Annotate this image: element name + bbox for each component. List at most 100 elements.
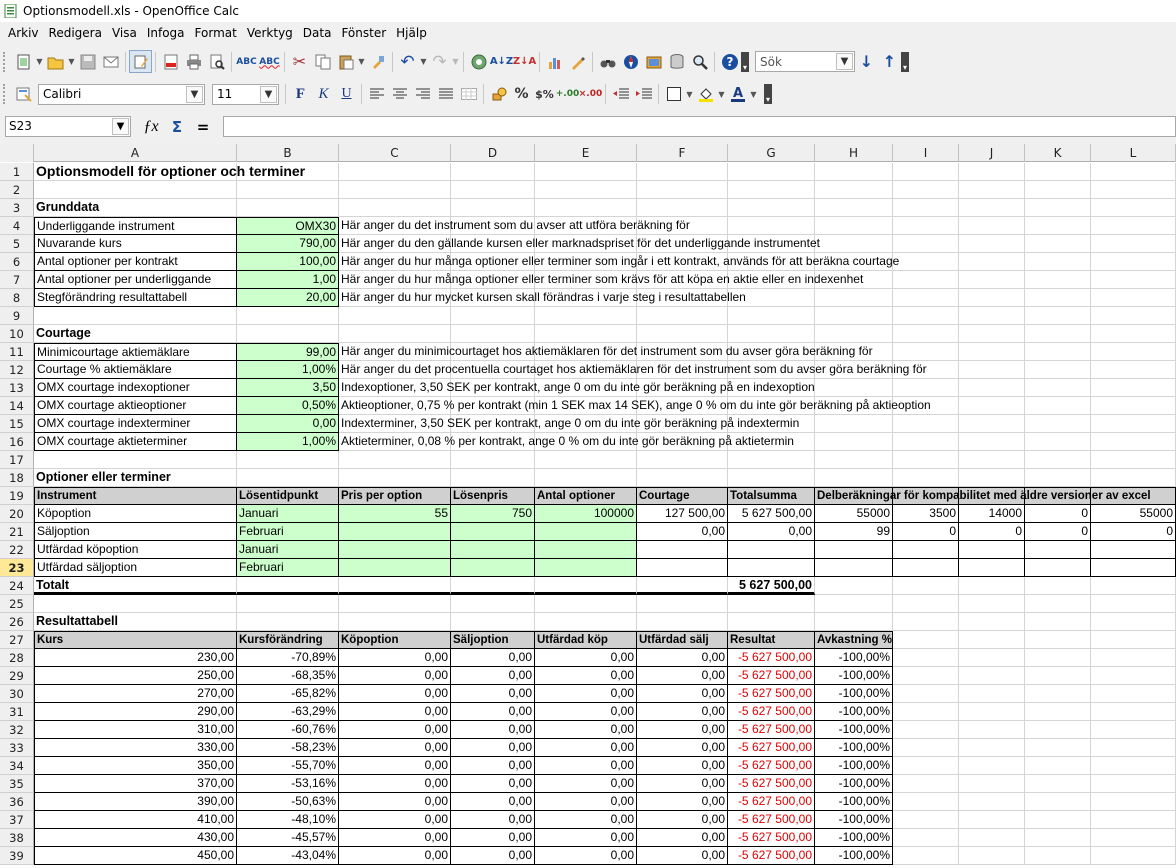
menu-hjalp[interactable]: Hjälp [391,22,432,45]
hyperlink-icon[interactable] [467,50,490,73]
row-header-22[interactable]: 22 [0,541,34,559]
row-header-2[interactable]: 2 [0,181,34,199]
cell-b21[interactable]: Februari [237,523,339,541]
row-header-39[interactable]: 39 [0,847,34,865]
row-header-20[interactable]: 20 [0,505,34,523]
font-size-dropdown-icon[interactable]: ▼ [260,85,277,103]
font-name-dropdown-icon[interactable]: ▼ [186,85,203,103]
new-dropdown-icon[interactable]: ▼ [35,50,44,73]
find-next-icon[interactable]: ↓ [855,50,878,73]
format-toolbar-overflow-icon[interactable]: ▾ [764,84,772,104]
cell-b5[interactable]: 790,00 [237,235,339,253]
cell-c21[interactable] [339,523,451,541]
font-color-dropdown-icon[interactable]: ▼ [749,83,758,106]
export-pdf-icon[interactable] [159,50,182,73]
menu-arkiv[interactable]: Arkiv [3,22,44,45]
toolbar-grip[interactable] [3,84,8,104]
row-header-15[interactable]: 15 [0,415,34,433]
formula-input[interactable] [223,116,1176,137]
row-header-38[interactable]: 38 [0,829,34,847]
cell-b13[interactable]: 3,50 [237,379,339,397]
row-header-4[interactable]: 4 [0,217,34,235]
print-preview-icon[interactable] [205,50,228,73]
add-decimal-icon[interactable]: +.00 [556,83,579,106]
row-header-33[interactable]: 33 [0,739,34,757]
row-header-7[interactable]: 7 [0,271,34,289]
column-header-l[interactable]: L [1091,144,1176,162]
underline-icon[interactable]: U [335,83,358,106]
menu-format[interactable]: Format [190,22,242,45]
name-box[interactable]: S23 ▼ [5,116,131,137]
row-header-36[interactable]: 36 [0,793,34,811]
menu-redigera[interactable]: Redigera [44,22,107,45]
row-header-28[interactable]: 28 [0,649,34,667]
cell-b20[interactable]: Januari [237,505,339,523]
spreadsheet-grid[interactable]: ABCDEFGHIJKL 1 Optionsmodell för optioner… [0,144,1176,868]
cell-b15[interactable]: 0,00 [237,415,339,433]
column-header-g[interactable]: G [728,144,815,162]
font-color-icon[interactable]: A [726,83,749,106]
paste-dropdown-icon[interactable]: ▼ [357,50,366,73]
borders-icon[interactable] [662,83,685,106]
row-header-26[interactable]: 26 [0,613,34,631]
decrease-indent-icon[interactable] [609,83,632,106]
edit-mode-icon[interactable] [129,50,152,73]
search-dropdown-icon[interactable]: ▼ [836,53,853,70]
row-header-11[interactable]: 11 [0,343,34,361]
sort-descending-icon[interactable]: Z↓A [513,50,536,73]
cell-b8[interactable]: 20,00 [237,289,339,307]
delete-decimal-icon[interactable]: ×.00 [579,83,602,106]
name-box-dropdown-icon[interactable]: ▼ [112,118,129,135]
font-name-select[interactable]: Calibri ▼ [38,83,205,105]
cell-b7[interactable]: 1,00 [237,271,339,289]
spellcheck-icon[interactable]: ABC [235,50,258,73]
row-header-12[interactable]: 12 [0,361,34,379]
row-header-9[interactable]: 9 [0,307,34,325]
column-header-c[interactable]: C [339,144,451,162]
cell-b4[interactable]: OMX30 [237,217,339,235]
row-header-19[interactable]: 19 [0,487,34,505]
column-header-f[interactable]: F [637,144,728,162]
align-right-icon[interactable] [411,83,434,106]
cell-b22[interactable]: Januari [237,541,339,559]
row-header-29[interactable]: 29 [0,667,34,685]
copy-icon[interactable] [311,50,334,73]
save-icon[interactable] [76,50,99,73]
align-center-icon[interactable] [388,83,411,106]
cell-c23[interactable] [339,559,451,577]
redo-icon[interactable]: ↷ [428,50,451,73]
clone-formatting-icon[interactable] [366,50,389,73]
row-header-14[interactable]: 14 [0,397,34,415]
undo-dropdown-icon[interactable]: ▼ [419,50,428,73]
cell-b11[interactable]: 99,00 [237,343,339,361]
sum-icon[interactable]: Σ [166,116,188,137]
row-header-27[interactable]: 27 [0,631,34,649]
new-document-icon[interactable] [12,50,35,73]
autospellcheck-icon[interactable]: ABC [258,50,281,73]
find-replace-icon[interactable] [596,50,619,73]
background-color-icon[interactable] [694,83,717,106]
cell-b16[interactable]: 1,00% [237,433,339,451]
navigator-icon[interactable] [619,50,642,73]
standard-format-icon[interactable]: $% [533,83,556,106]
increase-indent-icon[interactable] [632,83,655,106]
cell-d21[interactable] [451,523,535,541]
menu-data[interactable]: Data [298,22,337,45]
column-header-e[interactable]: E [535,144,637,162]
function-icon[interactable]: = [192,116,214,137]
row-header-37[interactable]: 37 [0,811,34,829]
row-header-30[interactable]: 30 [0,685,34,703]
cell-b23[interactable]: Februari [237,559,339,577]
percent-format-icon[interactable]: % [510,83,533,106]
merge-cells-icon[interactable] [457,83,480,106]
row-header-3[interactable]: 3 [0,199,34,217]
row-header-23[interactable]: 23 [0,559,34,577]
row-header-31[interactable]: 31 [0,703,34,721]
toolbar-overflow-icon[interactable]: ▾ [741,51,749,72]
find-previous-icon[interactable]: ↑ [878,50,901,73]
show-draw-functions-icon[interactable] [566,50,589,73]
zoom-icon[interactable] [688,50,711,73]
row-header-1[interactable]: 1 [0,163,34,181]
cell-d23[interactable] [451,559,535,577]
select-all-corner[interactable] [0,144,34,162]
